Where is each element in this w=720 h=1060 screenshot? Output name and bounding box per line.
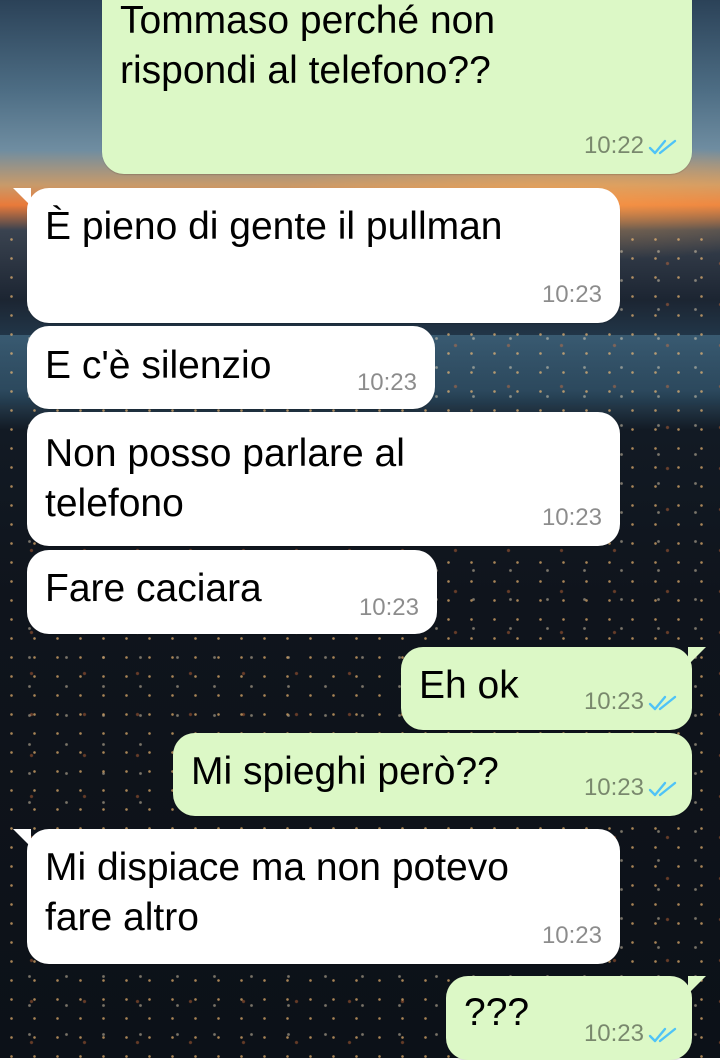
bubble-tail: [13, 829, 31, 847]
message-text: Tommaso perché non rispondi al telefono?…: [120, 0, 496, 92]
message-text: Fare caciara: [45, 567, 262, 610]
message-text: È pieno di gente il pullman: [45, 205, 503, 248]
message-bubble-outgoing[interactable]: ??? 10:23: [446, 976, 706, 1060]
message-timestamp: 10:23: [541, 922, 602, 949]
message-bubble-incoming[interactable]: Mi dispiace ma non potevo fare altro 10:…: [13, 829, 620, 964]
message-bubble-outgoing[interactable]: Eh ok 10:23: [401, 647, 706, 730]
message-timestamp: 10:23: [583, 688, 644, 715]
message-timestamp: 10:22: [583, 132, 644, 159]
message-bubble-outgoing[interactable]: Mi spieghi però?? 10:23: [173, 733, 692, 816]
message-timestamp: 10:23: [541, 281, 602, 308]
bubble-tail: [688, 976, 706, 994]
message-timestamp: 10:23: [356, 369, 417, 396]
message-bubble-incoming[interactable]: È pieno di gente il pullman 10:23: [13, 188, 620, 323]
message-text: E c'è silenzio: [45, 344, 272, 387]
bubble-tail: [688, 647, 706, 665]
message-timestamp: 10:23: [358, 594, 419, 621]
message-bubble-incoming[interactable]: E c'è silenzio 10:23: [27, 326, 435, 409]
message-text: Eh ok: [419, 664, 519, 707]
double-check-icon: [648, 1027, 677, 1043]
bubble-tail: [13, 188, 31, 206]
message-timestamp: 10:23: [541, 504, 602, 531]
message-text: Mi dispiace ma non potevo fare altro: [45, 846, 509, 939]
message-timestamp: 10:23: [583, 774, 644, 801]
message-timestamp: 10:23: [583, 1020, 644, 1047]
double-check-icon: [648, 139, 677, 155]
message-text: Non posso parlare al telefono: [45, 432, 405, 525]
message-text: ???: [464, 991, 530, 1034]
message-bubble-incoming[interactable]: Non posso parlare al telefono 10:23: [27, 412, 620, 546]
message-bubble-incoming[interactable]: Fare caciara 10:23: [27, 550, 437, 634]
double-check-icon: [648, 781, 677, 797]
message-bubble-outgoing[interactable]: Tommaso perché non rispondi al telefono?…: [102, 0, 692, 174]
message-text: Mi spieghi però??: [191, 750, 499, 793]
double-check-icon: [648, 695, 677, 711]
